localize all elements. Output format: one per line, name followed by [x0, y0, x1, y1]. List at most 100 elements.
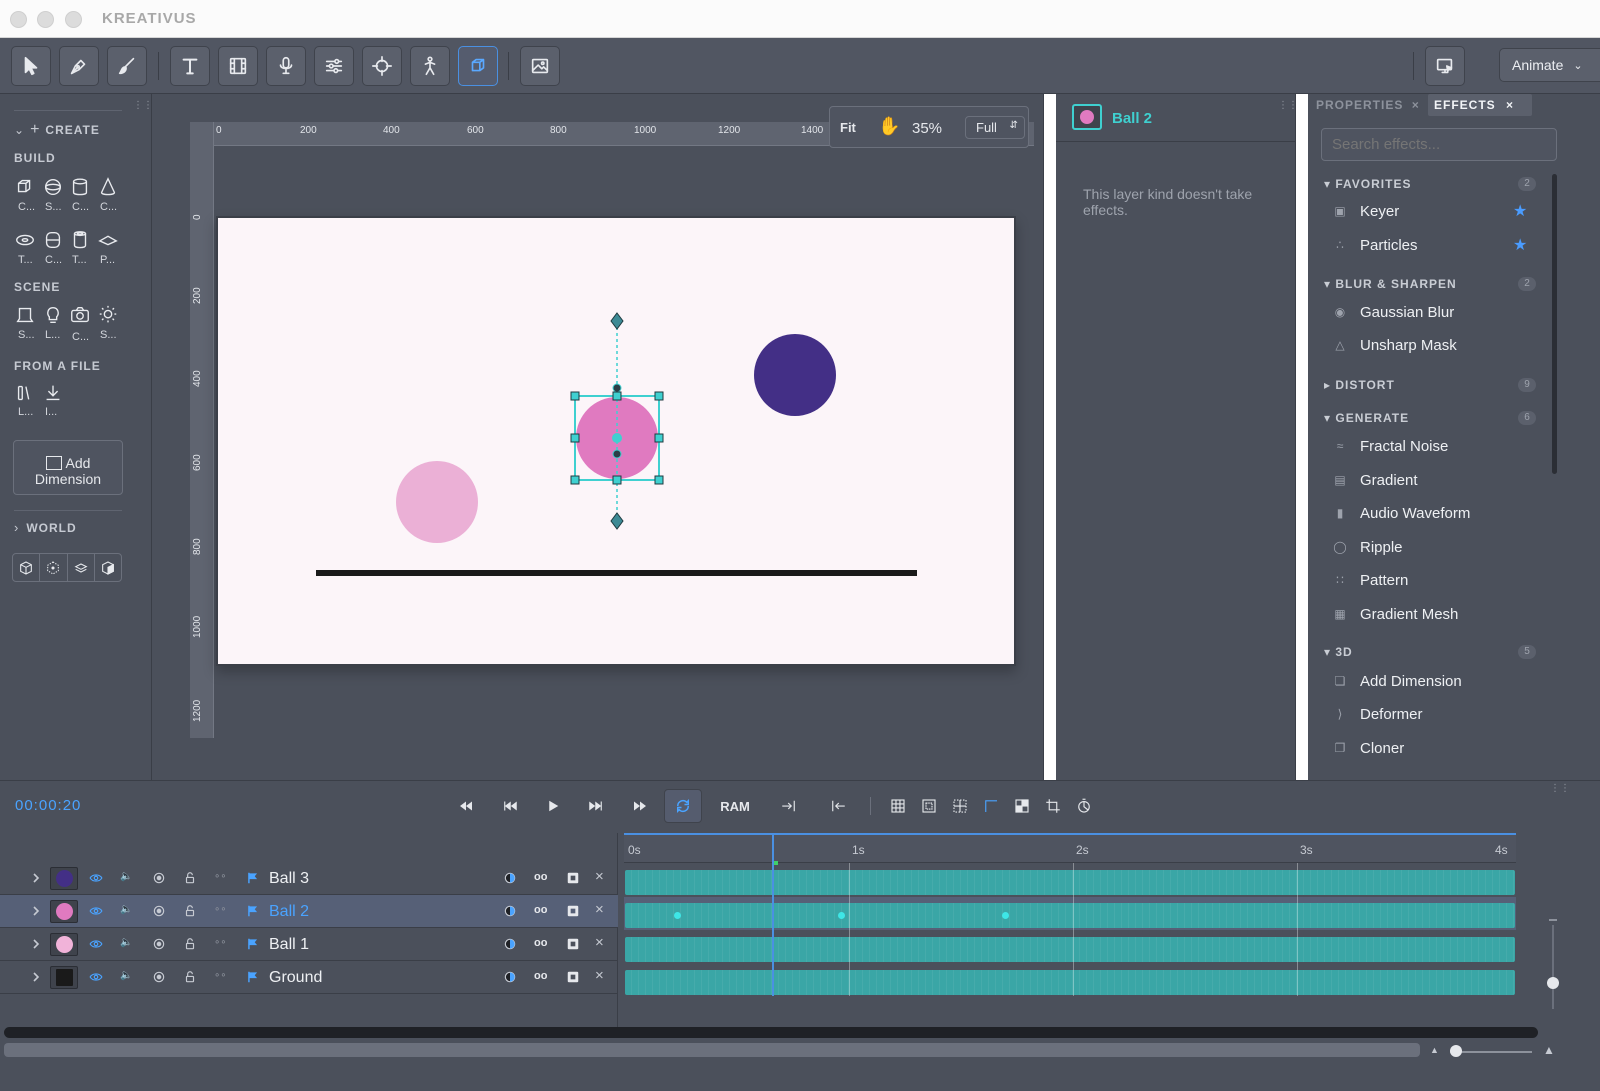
motion-path-end-handle[interactable] — [610, 512, 624, 530]
link-icon[interactable]: ∘∘ — [214, 871, 228, 885]
eye-icon[interactable] — [89, 970, 103, 984]
world-solid-cube-icon[interactable] — [95, 554, 121, 581]
solo-icon[interactable] — [152, 871, 166, 885]
flag-icon[interactable] — [246, 871, 260, 885]
brush-tool-button[interactable] — [107, 46, 147, 86]
effect-item-ripple[interactable]: ◯ Ripple — [1332, 536, 1552, 558]
fast-forward-button[interactable] — [630, 793, 650, 819]
timeline-zoom-track[interactable] — [1450, 1051, 1532, 1053]
film-tool-button[interactable] — [218, 46, 258, 86]
effect-item-audio-waveform[interactable]: ▮ Audio Waveform — [1332, 502, 1552, 524]
link-icon[interactable]: ∘∘ — [214, 970, 228, 984]
composition-stage[interactable] — [216, 216, 1016, 666]
world-points-icon[interactable] — [40, 554, 68, 581]
timeline-scroll-range[interactable] — [4, 1043, 1420, 1057]
world-cube-icon[interactable] — [13, 554, 41, 581]
blend-mode-icon[interactable] — [503, 904, 517, 918]
category-distort[interactable]: ▸ DISTORT — [1324, 378, 1395, 392]
zoom-in-mountain-icon[interactable]: ▲ — [1543, 1043, 1555, 1057]
ball-3-shape[interactable] — [754, 334, 836, 416]
minimize-window-button[interactable] — [37, 11, 54, 28]
center-point[interactable] — [612, 433, 622, 443]
delete-layer-icon[interactable]: × — [595, 934, 609, 951]
import-download-icon[interactable] — [42, 382, 66, 406]
world-section-header[interactable]: › WORLD — [14, 520, 77, 535]
timeline-tracks[interactable]: 0s 1s 2s 3s 4s — [624, 833, 1516, 1029]
select-tool-button[interactable] — [11, 46, 51, 86]
matte-icon[interactable] — [566, 871, 580, 885]
playhead[interactable] — [772, 833, 778, 996]
matte-icon[interactable] — [566, 937, 580, 951]
go-to-start-button[interactable] — [827, 793, 849, 819]
resize-handle[interactable] — [570, 391, 580, 401]
hand-pan-icon[interactable]: ✋ — [878, 116, 900, 137]
cone-icon[interactable] — [97, 176, 121, 200]
keyframe[interactable] — [674, 912, 681, 919]
panel-grip-icon[interactable]: ⋮⋮ — [133, 100, 153, 111]
play-button[interactable] — [543, 793, 563, 819]
resize-handle[interactable] — [654, 433, 664, 443]
create-section-header[interactable]: ⌄ + CREATE — [14, 121, 100, 139]
ram-preview-button[interactable]: RAM — [718, 793, 752, 819]
close-icon[interactable]: × — [1506, 98, 1514, 112]
star-favorite-icon[interactable]: ★ — [1513, 235, 1527, 255]
time-ruler[interactable]: 0s 1s 2s 3s 4s — [624, 833, 1516, 863]
motion-path-start-handle[interactable] — [610, 312, 624, 330]
adjustments-tool-button[interactable] — [314, 46, 354, 86]
effect-item-cloner[interactable]: ❐ Cloner — [1332, 737, 1552, 759]
library-icon[interactable] — [14, 382, 38, 406]
effect-item-add-dimension[interactable]: ❏ Add Dimension — [1332, 670, 1552, 692]
keyframe[interactable] — [838, 912, 845, 919]
timeline-layer-row[interactable]: 🔈 ∘∘ Ball 2 oo × — [0, 895, 618, 928]
eye-icon[interactable] — [89, 937, 103, 951]
parent-link-icon[interactable]: oo — [534, 871, 548, 885]
resize-handle[interactable] — [654, 391, 664, 401]
anchor-tool-button[interactable] — [362, 46, 402, 86]
loop-toggle[interactable] — [664, 789, 702, 823]
stage-icon[interactable] — [14, 304, 38, 328]
effect-item-deformer[interactable]: ⟩ Deformer — [1332, 703, 1552, 725]
grid-toggle[interactable] — [888, 793, 908, 819]
track-bar-ball-3[interactable] — [625, 870, 1515, 895]
plane-icon[interactable] — [97, 229, 121, 253]
motion-blur-toggle[interactable] — [1074, 793, 1094, 819]
effect-item-gradient-mesh[interactable]: ▦ Gradient Mesh — [1332, 603, 1552, 625]
delete-layer-icon[interactable]: × — [595, 868, 609, 885]
blend-mode-icon[interactable] — [503, 970, 517, 984]
zoom-slider-thumb[interactable] — [1547, 977, 1559, 989]
track-bar-ball-1[interactable] — [625, 937, 1515, 962]
track-bar-ball-2[interactable] — [625, 903, 1515, 928]
matte-icon[interactable] — [566, 904, 580, 918]
blend-mode-icon[interactable] — [503, 871, 517, 885]
go-to-end-button[interactable] — [778, 793, 800, 819]
zoom-out-mountain-icon[interactable]: ▲ — [1430, 1045, 1439, 1055]
effect-item-pattern[interactable]: ∷ Pattern — [1332, 569, 1552, 591]
tube-icon[interactable] — [69, 229, 93, 253]
crop-toggle[interactable] — [1043, 793, 1063, 819]
chevron-right-icon[interactable] — [30, 970, 42, 982]
flag-icon[interactable] — [246, 970, 260, 984]
category-3d[interactable]: ▾ 3D — [1324, 645, 1353, 659]
pen-tool-button[interactable] — [59, 46, 99, 86]
zoom-level[interactable]: 35% — [912, 120, 942, 137]
camera-icon[interactable] — [69, 304, 93, 328]
speaker-icon[interactable]: 🔈 — [120, 937, 134, 951]
layer-swatch[interactable] — [50, 867, 78, 890]
timeline-layer-row[interactable]: 🔈 ∘∘ Ball 3 oo × — [0, 862, 618, 895]
skip-back-button[interactable] — [500, 793, 520, 819]
cube-icon[interactable] — [14, 176, 38, 200]
eye-icon[interactable] — [89, 904, 103, 918]
timeline-layer-row[interactable]: 🔈 ∘∘ Ground oo × — [0, 961, 618, 994]
ground-shape[interactable] — [316, 570, 917, 576]
flag-icon[interactable] — [246, 937, 260, 951]
timeline-layer-row[interactable]: 🔈 ∘∘ Ball 1 oo × — [0, 928, 618, 961]
flag-icon[interactable] — [246, 904, 260, 918]
effect-item-fractal-noise[interactable]: ≈ Fractal Noise — [1332, 435, 1552, 457]
track-bar-ground[interactable] — [625, 970, 1515, 995]
delete-layer-icon[interactable]: × — [595, 901, 609, 918]
zoom-window-button[interactable] — [65, 11, 82, 28]
category-blur-sharpen[interactable]: ▾ BLUR & SHARPEN — [1324, 277, 1457, 291]
link-icon[interactable]: ∘∘ — [214, 904, 228, 918]
parent-link-icon[interactable]: oo — [534, 937, 548, 951]
world-layers-icon[interactable] — [68, 554, 95, 581]
